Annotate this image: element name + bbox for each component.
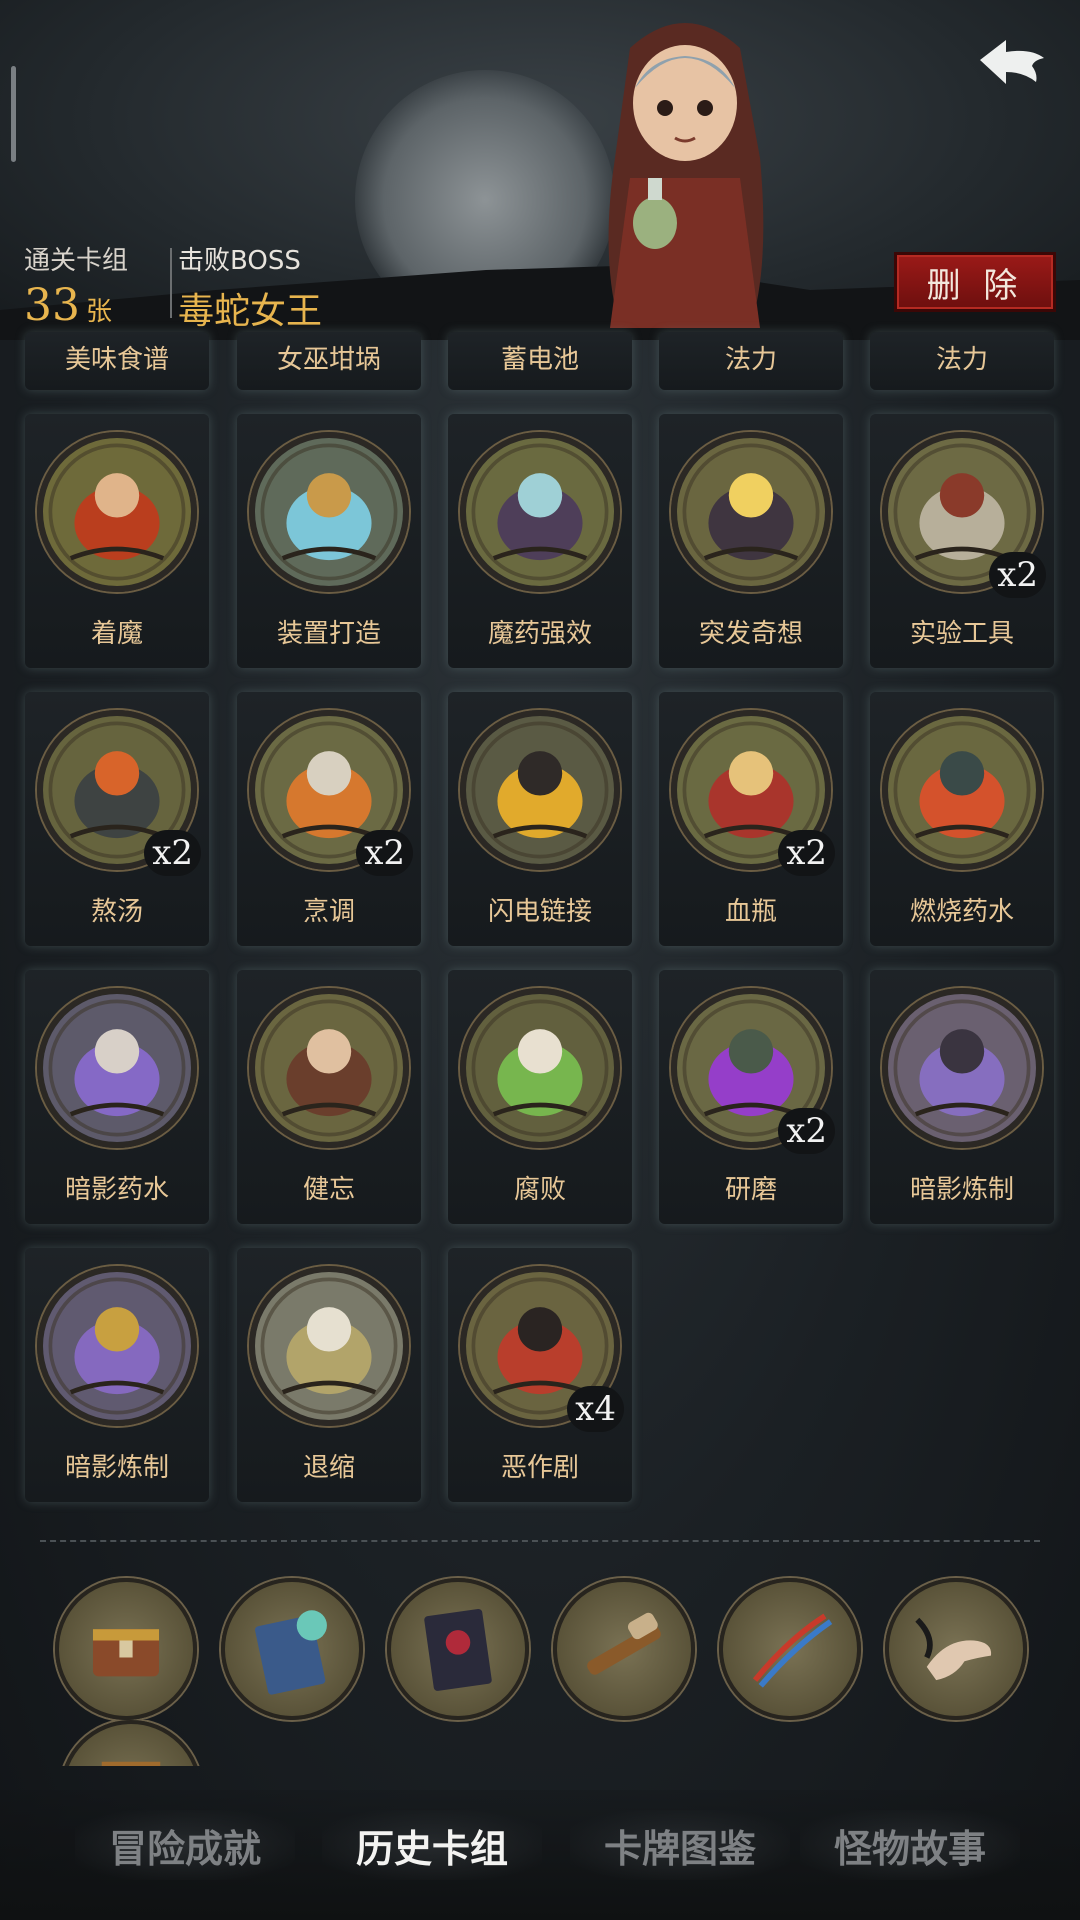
treasure-chest-icon[interactable] (55, 1578, 197, 1720)
card-art (882, 710, 1042, 870)
boss-label: 击败BOSS (178, 246, 301, 276)
card-name: 闪电链接 (487, 897, 592, 927)
tab-card-catalog[interactable]: 卡牌图鉴 (570, 1810, 790, 1880)
deck-count: 33 张 (24, 280, 112, 331)
card-name: 女巫坩埚 (276, 345, 381, 375)
card[interactable]: 魔药强效 (448, 414, 632, 668)
card-name: 装置打造 (276, 619, 381, 649)
back-button[interactable] (976, 34, 1048, 90)
card-name: 腐败 (513, 1175, 566, 1205)
card-art (37, 432, 197, 592)
relic-partial[interactable] (60, 1720, 202, 1766)
hero-portrait (608, 23, 764, 328)
tab-adventure-achievements[interactable]: 冒险成就 (75, 1810, 295, 1880)
card-art (460, 710, 620, 870)
card[interactable]: x2 烹调 (237, 692, 421, 946)
card[interactable]: 暗影炼制 (25, 1248, 209, 1502)
card-art (460, 432, 620, 592)
card[interactable]: x2 血瓶 (659, 692, 843, 946)
card[interactable]: x2 实验工具 (870, 414, 1054, 668)
boss-name: 毒蛇女王 (178, 291, 323, 332)
card[interactable]: 退缩 (237, 1248, 421, 1502)
spellbook-icon[interactable] (221, 1578, 363, 1720)
card-art (37, 988, 197, 1148)
card-partial[interactable]: 法力 (659, 332, 843, 390)
section-divider (40, 1540, 1040, 1542)
card-partial[interactable]: 蓄电池 (448, 332, 632, 390)
card-art (460, 988, 620, 1148)
card-count-badge: x2 (778, 1108, 835, 1154)
card[interactable]: 暗影药水 (25, 970, 209, 1224)
card[interactable]: 闪电链接 (448, 692, 632, 946)
card-name: 美味食谱 (64, 345, 169, 375)
card[interactable]: 燃烧药水 (870, 692, 1054, 946)
spyglass-icon[interactable] (553, 1578, 695, 1720)
card-art (249, 432, 409, 592)
card[interactable]: 突发奇想 (659, 414, 843, 668)
card-name: 突发奇想 (698, 619, 803, 649)
dna-helix-icon[interactable] (719, 1578, 861, 1720)
card-name: 着魔 (90, 619, 143, 649)
card-name: 退缩 (302, 1453, 355, 1483)
card[interactable]: 着魔 (25, 414, 209, 668)
tab-history-deck[interactable]: 历史卡组 (322, 1810, 542, 1880)
card-name: 蓄电池 (500, 345, 579, 375)
deck-label: 通关卡组 (24, 246, 129, 276)
bottom-tab-bar: 冒险成就 历史卡组 卡牌图鉴 怪物故事 (0, 1790, 1080, 1920)
card-name: 血瓶 (724, 897, 777, 927)
card-partial[interactable]: 法力 (870, 332, 1054, 390)
tome-icon[interactable] (387, 1578, 529, 1720)
card-name: 法力 (935, 345, 988, 375)
card-partial[interactable]: 女巫坩埚 (237, 332, 421, 390)
card-name: 魔药强效 (487, 619, 592, 649)
card-art (671, 432, 831, 592)
relic-row-overflow (0, 1720, 1080, 1766)
card[interactable]: 健忘 (237, 970, 421, 1224)
card-name: 暗影炼制 (909, 1175, 1014, 1205)
card-count-badge: x2 (144, 830, 201, 876)
card-name: 烹调 (302, 897, 355, 927)
card-name: 研磨 (724, 1175, 777, 1205)
deck-info: 通关卡组 33 张 (24, 240, 129, 331)
card-name: 暗影炼制 (64, 1453, 169, 1483)
card[interactable]: 暗影炼制 (870, 970, 1054, 1224)
header-divider (170, 248, 172, 318)
card-name: 法力 (724, 345, 777, 375)
card-name: 恶作剧 (500, 1453, 579, 1483)
tab-monster-stories[interactable]: 怪物故事 (800, 1810, 1020, 1880)
scroll-indicator[interactable] (11, 66, 16, 162)
deck-count-unit: 张 (86, 297, 113, 327)
card-name: 健忘 (302, 1175, 355, 1205)
card-count-badge: x4 (567, 1386, 624, 1432)
delete-button[interactable]: 删 除 (894, 252, 1056, 312)
card-count-badge: x2 (778, 830, 835, 876)
card[interactable]: 腐败 (448, 970, 632, 1224)
back-arrow-icon (980, 40, 1044, 84)
card-art (249, 988, 409, 1148)
card-count-badge: x2 (356, 830, 413, 876)
deck-count-number: 33 (24, 280, 80, 331)
card-art (37, 1266, 197, 1426)
card-count-badge: x2 (989, 552, 1046, 598)
card-art (882, 988, 1042, 1148)
card-art (249, 1266, 409, 1426)
card-name: 暗影药水 (64, 1175, 169, 1205)
open-hand-icon[interactable] (885, 1578, 1027, 1720)
card[interactable]: x2 研磨 (659, 970, 843, 1224)
card[interactable]: 装置打造 (237, 414, 421, 668)
header: 通关卡组 33 张 击败BOSS 毒蛇女王 删 除 (0, 0, 1080, 340)
card[interactable]: x4 恶作剧 (448, 1248, 632, 1502)
card-name: 熬汤 (90, 897, 143, 927)
card[interactable]: x2 熬汤 (25, 692, 209, 946)
boss-info: 击败BOSS 毒蛇女王 (178, 240, 322, 332)
card-name: 燃烧药水 (909, 897, 1014, 927)
card-name: 实验工具 (909, 619, 1014, 649)
card-partial[interactable]: 美味食谱 (25, 332, 209, 390)
